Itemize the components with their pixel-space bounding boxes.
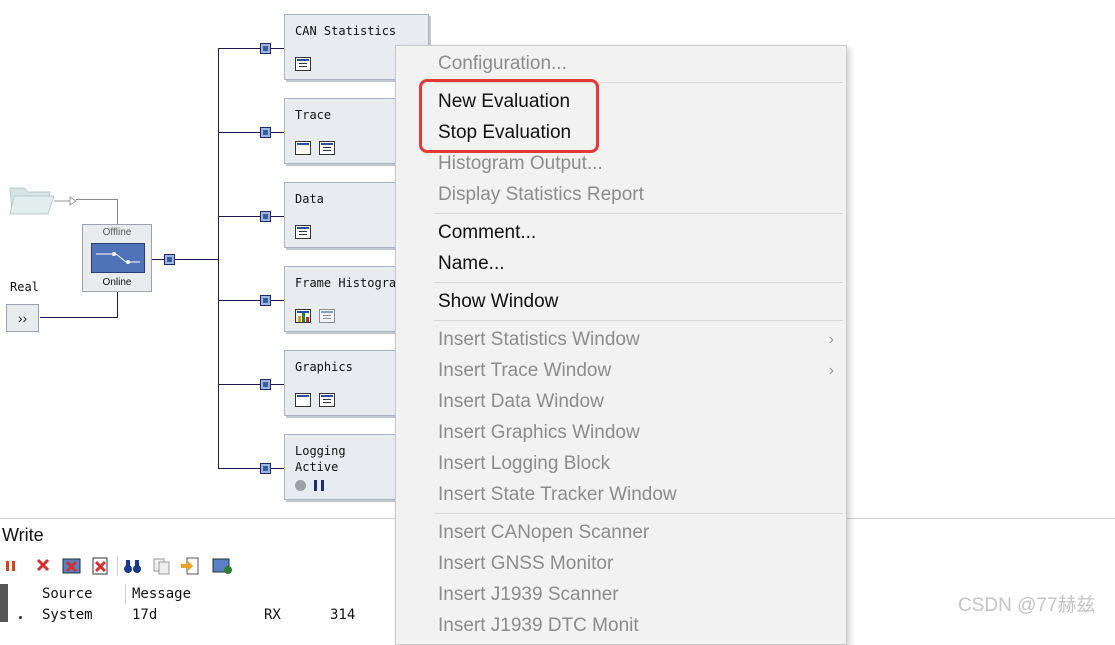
watermark: CSDN @77赫兹 (958, 595, 1096, 616)
menu-item-histogram-output[interactable]: Histogram Output... (438, 153, 603, 175)
row-source: System (42, 607, 93, 623)
menu-item-insert-trace-window[interactable]: Insert Trace Window (438, 360, 611, 382)
statistics-table-icon (295, 57, 311, 71)
block-title: Trace (295, 108, 332, 122)
online-label: Online (102, 277, 132, 288)
clear-file-icon[interactable] (91, 557, 111, 575)
junction-node (260, 463, 271, 474)
clear-window-icon[interactable] (62, 557, 82, 575)
real-label: Real (10, 280, 39, 294)
row-rx: RX (264, 607, 281, 623)
menu-item-insert-graphics-window[interactable]: Insert Graphics Window (438, 422, 640, 444)
menu-item-name[interactable]: Name... (438, 253, 505, 275)
switch-icon (91, 243, 145, 273)
block-title: Frame Histogra (295, 276, 397, 290)
junction-node (260, 379, 271, 390)
block-title: Logging Active (295, 444, 346, 474)
data-window-icon (295, 225, 311, 239)
junction-node (260, 127, 271, 138)
menu-item-insert-data-window[interactable]: Insert Data Window (438, 391, 604, 413)
junction-node (260, 211, 271, 222)
row-bullet (19, 616, 22, 619)
row-message: 17d (132, 607, 158, 623)
menu-item-comment[interactable]: Comment... (438, 222, 536, 244)
menu-item-insert-j1939-scanner[interactable]: Insert J1939 Scanner (438, 584, 619, 606)
list-icon (319, 141, 335, 155)
menu-item-insert-gnss-monitor[interactable]: Insert GNSS Monitor (438, 553, 613, 575)
column-header-source[interactable]: Source (42, 586, 93, 602)
menu-item-insert-logging-block[interactable]: Insert Logging Block (438, 453, 610, 475)
record-dot-icon (295, 480, 306, 491)
submenu-arrow-icon: › (828, 331, 834, 348)
menu-item-insert-state-tracker-window[interactable]: Insert State Tracker Window (438, 484, 677, 506)
histogram-icon (295, 309, 311, 323)
junction-node (260, 295, 271, 306)
menu-item-show-window[interactable]: Show Window (438, 291, 558, 313)
find-binoculars-icon[interactable] (123, 557, 143, 575)
menu-item-insert-j1939-dtc-monitor[interactable]: Insert J1939 DTC Monit (438, 615, 639, 637)
row-count: 314 (330, 607, 356, 623)
offline-source-folder-icon[interactable] (8, 178, 55, 216)
block-title: Graphics (295, 360, 353, 374)
block-title: CAN Statistics (295, 24, 397, 38)
junction-node (164, 254, 175, 265)
offline-online-switch[interactable]: Offline Online (82, 224, 152, 292)
pause-icon (314, 480, 324, 491)
delete-icon[interactable] (34, 557, 54, 575)
menu-item-insert-statistics-window[interactable]: Insert Statistics Window (438, 329, 640, 351)
highlight-box (419, 79, 599, 153)
offline-label: Offline (102, 227, 132, 238)
list-icon (319, 393, 335, 407)
copy-icon[interactable] (152, 557, 172, 575)
menu-item-display-statistics-report[interactable]: Display Statistics Report (438, 184, 644, 206)
window-icon (295, 141, 311, 155)
menu-item-configuration[interactable]: Configuration... (438, 53, 567, 75)
graphics-icon (295, 393, 311, 407)
column-header-message[interactable]: Message (132, 586, 191, 602)
list-icon (319, 309, 335, 323)
write-panel-title: Write (2, 525, 44, 545)
export-icon[interactable] (180, 557, 200, 575)
window-settings-icon[interactable] (212, 557, 232, 575)
pause-icon[interactable] (4, 557, 24, 575)
real-input-button[interactable]: ›› (6, 304, 39, 332)
junction-node (260, 43, 271, 54)
arrow-right-icon (54, 194, 78, 206)
block-title: Data (295, 192, 324, 206)
menu-item-insert-canopen-scanner[interactable]: Insert CANopen Scanner (438, 522, 649, 544)
submenu-arrow-icon: › (828, 362, 834, 379)
